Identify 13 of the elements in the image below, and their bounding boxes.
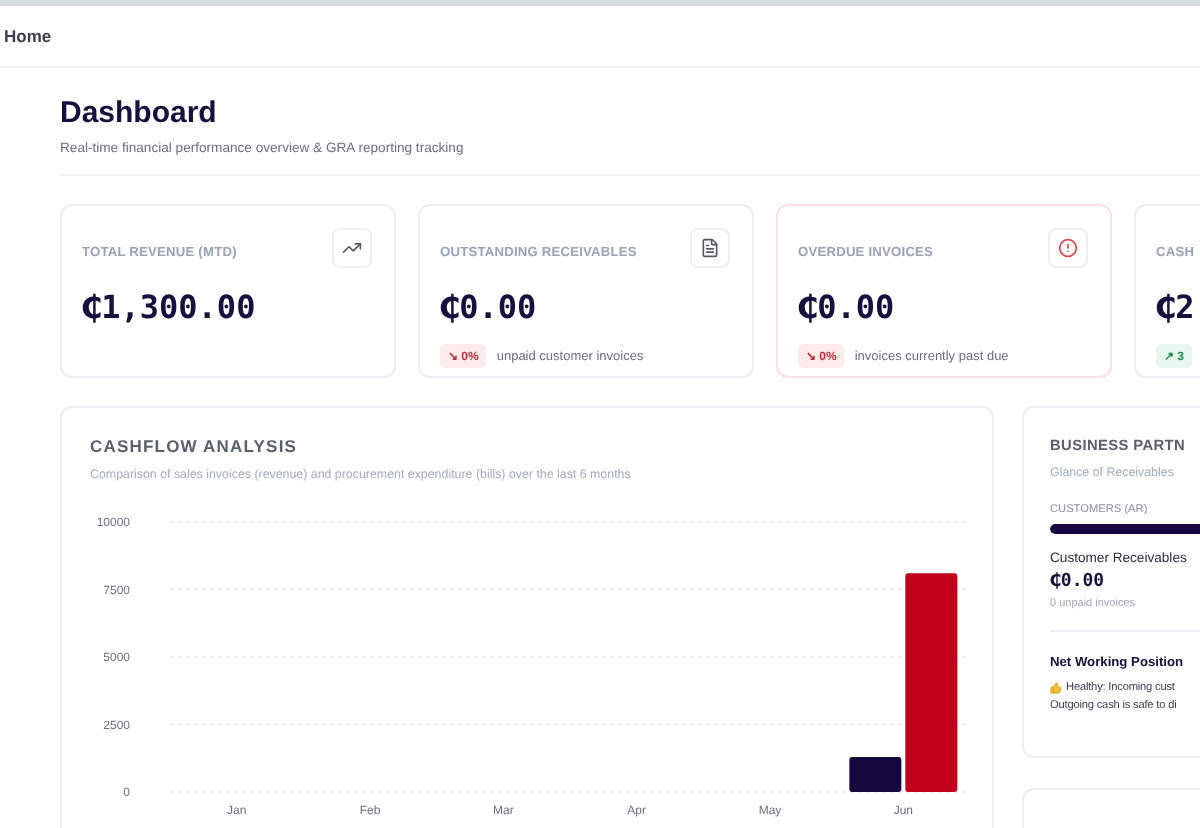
receivables-value: ₵0.00	[1050, 572, 1107, 592]
breadcrumb[interactable]: Home	[4, 26, 52, 46]
section-title: CASHFLOW ANALYSIS	[90, 436, 300, 456]
document-icon	[700, 238, 720, 258]
stat-value: ₵0.00	[440, 288, 539, 326]
stat-value: ₵0.00	[798, 288, 897, 326]
page-title: Dashboard	[60, 96, 219, 130]
trend-up-icon	[342, 238, 362, 258]
chart-bar	[849, 756, 902, 792]
thumbs-up-icon	[1050, 682, 1062, 694]
stat-value: ₵2	[1156, 288, 1197, 326]
stat-value: ₵1,300.00	[82, 288, 258, 326]
alert-icon	[1058, 238, 1078, 258]
